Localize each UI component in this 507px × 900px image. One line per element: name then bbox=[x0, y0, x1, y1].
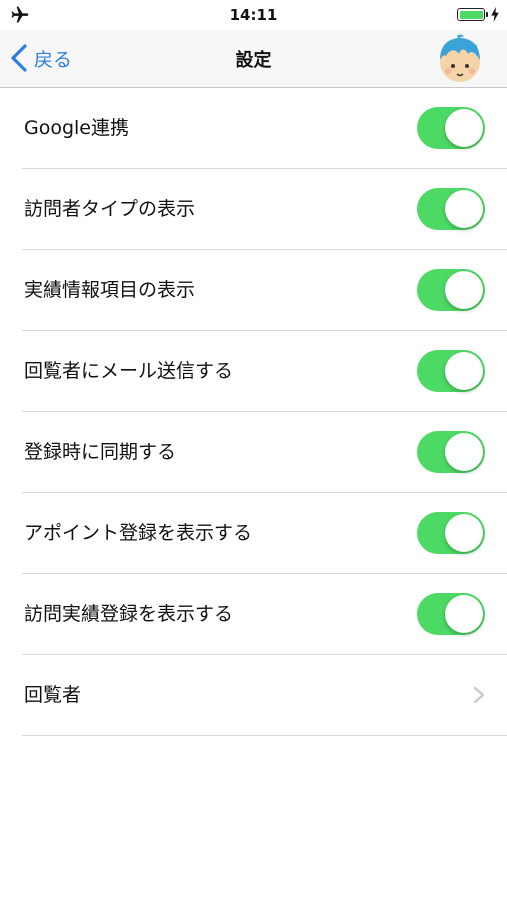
show-visit-record-toggle[interactable] bbox=[417, 593, 485, 635]
setting-visitor-type: 訪問者タイプの表示 bbox=[0, 169, 507, 250]
page-title: 設定 bbox=[235, 50, 272, 71]
toggle-knob bbox=[445, 433, 483, 471]
settings-list: Google連携 訪問者タイプの表示 実績情報項目の表示 回覧者にメール送信する… bbox=[0, 88, 507, 736]
setting-label: 回覧者にメール送信する bbox=[24, 360, 234, 382]
battery-icon bbox=[457, 8, 485, 21]
toggle-knob bbox=[445, 109, 483, 147]
navigation-bar: 戻る 設定 bbox=[0, 30, 507, 88]
setting-label: アポイント登録を表示する bbox=[24, 522, 253, 544]
toggle-knob bbox=[445, 595, 483, 633]
show-appointment-toggle[interactable] bbox=[417, 512, 485, 554]
setting-show-appointment: アポイント登録を表示する bbox=[0, 493, 507, 574]
battery-tip bbox=[486, 12, 488, 17]
setting-google-sync: Google連携 bbox=[0, 88, 507, 169]
status-bar: 14:11 bbox=[0, 0, 507, 30]
status-time: 14:11 bbox=[229, 6, 278, 24]
setting-label: 回覧者 bbox=[24, 684, 82, 706]
setting-label: Google連携 bbox=[24, 117, 130, 139]
toggle-knob bbox=[445, 514, 483, 552]
sync-on-register-toggle[interactable] bbox=[417, 431, 485, 473]
setting-circulators[interactable]: 回覧者 bbox=[0, 655, 507, 736]
charging-bolt-icon bbox=[491, 7, 499, 22]
toggle-knob bbox=[445, 271, 483, 309]
performance-items-toggle[interactable] bbox=[417, 269, 485, 311]
email-circulation-toggle[interactable] bbox=[417, 350, 485, 392]
google-sync-toggle[interactable] bbox=[417, 107, 485, 149]
setting-label: 訪問実績登録を表示する bbox=[24, 603, 234, 625]
setting-label: 登録時に同期する bbox=[24, 441, 177, 463]
toggle-knob bbox=[445, 190, 483, 228]
toggle-knob bbox=[445, 352, 483, 390]
chevron-right-icon bbox=[473, 686, 485, 704]
setting-show-visit-record: 訪問実績登録を表示する bbox=[0, 574, 507, 655]
visitor-type-toggle[interactable] bbox=[417, 188, 485, 230]
setting-performance-items: 実績情報項目の表示 bbox=[0, 250, 507, 331]
avatar[interactable] bbox=[435, 34, 485, 84]
setting-email-circulation: 回覧者にメール送信する bbox=[0, 331, 507, 412]
setting-sync-on-register: 登録時に同期する bbox=[0, 412, 507, 493]
setting-label: 訪問者タイプの表示 bbox=[24, 198, 196, 220]
setting-label: 実績情報項目の表示 bbox=[24, 279, 196, 301]
